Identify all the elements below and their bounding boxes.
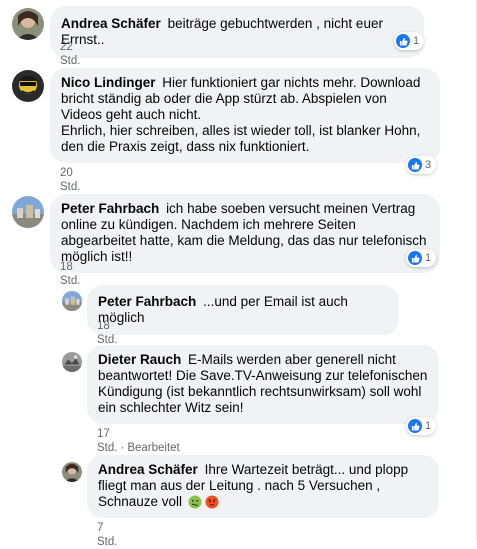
reaction-badge[interactable]: 1 bbox=[394, 32, 425, 50]
comment-author[interactable]: Andrea Schäfer bbox=[98, 462, 198, 477]
like-icon bbox=[396, 34, 410, 48]
comment-time[interactable]: 22 Std. bbox=[60, 41, 80, 67]
separator: · bbox=[120, 442, 125, 454]
comment-author[interactable]: Andrea Schäfer bbox=[61, 16, 161, 31]
comment-author[interactable]: Nico Lindinger bbox=[61, 75, 156, 90]
comment-time[interactable]: 18 Std. bbox=[60, 261, 80, 287]
comment-meta: 20 Std. bbox=[60, 166, 80, 194]
edited-label[interactable]: Bearbeitet bbox=[127, 442, 179, 454]
comment-author[interactable]: Peter Fahrbach bbox=[98, 294, 196, 309]
comment-bubble: Peter Fahrbach ...und per Email ist auch… bbox=[87, 285, 399, 335]
comment-meta: 18 Std. bbox=[60, 260, 80, 288]
emoji-row bbox=[188, 495, 219, 509]
like-icon bbox=[408, 419, 422, 433]
reaction-count: 1 bbox=[425, 420, 432, 432]
avatar[interactable] bbox=[62, 291, 82, 311]
avatar[interactable] bbox=[12, 70, 44, 102]
comment-bubble: Dieter Rauch E-Mails werden aber generel… bbox=[87, 345, 439, 424]
like-icon bbox=[408, 251, 422, 265]
reaction-badge[interactable]: 1 bbox=[406, 249, 437, 267]
comment-bubble: Andrea Schäfer Ihre Wartezeit beträgt...… bbox=[87, 455, 439, 518]
avatar[interactable] bbox=[62, 352, 82, 372]
avatar[interactable] bbox=[12, 196, 44, 228]
comment-time[interactable]: 7 Std. bbox=[97, 522, 117, 548]
reaction-badge[interactable]: 3 bbox=[406, 156, 437, 174]
comment-meta: 17 Std. · Bearbeitet bbox=[97, 427, 180, 455]
nauseated-face-icon bbox=[188, 495, 202, 509]
reaction-badge[interactable]: 1 bbox=[406, 417, 437, 435]
avatar[interactable] bbox=[12, 8, 44, 40]
comment-bubble: Peter Fahrbach ich habe soeben versucht … bbox=[50, 194, 440, 273]
comment-bubble: Nico Lindinger Hier funktioniert gar nic… bbox=[50, 68, 440, 163]
reaction-count: 1 bbox=[425, 252, 432, 264]
reaction-count: 3 bbox=[425, 159, 432, 171]
comment-meta: 22 Std. bbox=[60, 40, 80, 68]
comment-time[interactable]: 17 Std. bbox=[97, 428, 117, 454]
like-icon bbox=[408, 158, 422, 172]
avatar[interactable] bbox=[62, 462, 82, 482]
comment-author[interactable]: Dieter Rauch bbox=[98, 352, 181, 367]
comment-bubble: Andrea Schäfer beiträge gebuchtwerden , … bbox=[50, 6, 424, 58]
reaction-count: 1 bbox=[413, 35, 420, 47]
comment-time[interactable]: 20 Std. bbox=[60, 167, 80, 193]
comment-meta: 18 Std. bbox=[97, 319, 117, 347]
comment-meta: 7 Std. bbox=[97, 521, 117, 549]
comment-time[interactable]: 18 Std. bbox=[97, 320, 117, 346]
comment-author[interactable]: Peter Fahrbach bbox=[61, 201, 159, 216]
comment-text: Ehrlich, hier schreiben, alles ist wiede… bbox=[61, 123, 421, 154]
angry-face-icon bbox=[205, 495, 219, 509]
